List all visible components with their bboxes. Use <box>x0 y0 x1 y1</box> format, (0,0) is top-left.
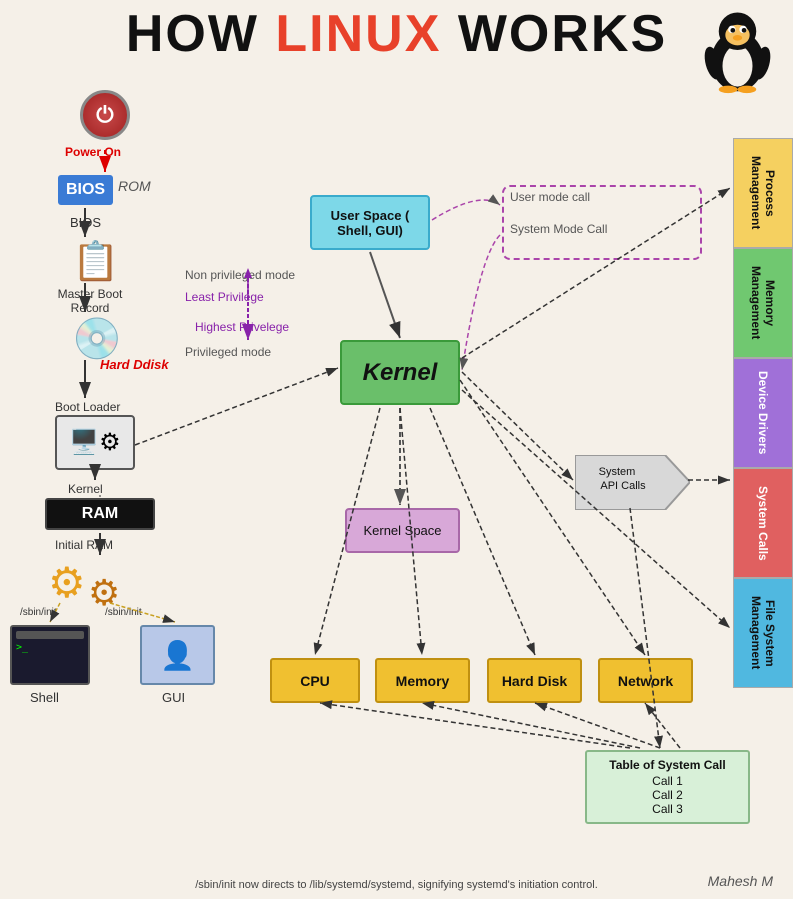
gui-label: GUI <box>162 690 185 705</box>
shell-label: Shell <box>30 690 59 705</box>
terminal-content: >_ <box>16 642 84 653</box>
memory-box: Memory <box>375 658 470 703</box>
sbin-init-right-label: /sbin/init <box>105 607 142 618</box>
sidebar-filesystem-management: File System Management <box>733 578 793 688</box>
tux-penguin <box>700 5 775 95</box>
footer-note: /sbin/init now directs to /lib/systemd/s… <box>10 879 783 891</box>
kernel-left-label: Kernel <box>68 482 103 496</box>
privileged-mode-label: Privileged mode <box>185 345 271 359</box>
cpu-label: CPU <box>300 673 330 689</box>
right-sidebar: Process Management Memory Management Dev… <box>733 138 793 688</box>
title-linux: LINUX <box>275 5 441 63</box>
api-calls-shape: System API Calls <box>575 455 690 510</box>
system-calls-label: System Calls <box>756 486 770 561</box>
bootloader-label: Boot Loader <box>55 400 120 414</box>
bootloader-icon: 🖥️⚙ <box>55 415 135 470</box>
gui-box: 👤 <box>140 625 215 685</box>
user-mode-call-label: User mode call <box>510 190 590 204</box>
kernel-space-label: Kernel Space <box>363 523 441 538</box>
sbin-init-left-label: /sbin/init <box>20 607 57 618</box>
shell-terminal: >_ <box>10 625 90 685</box>
harddisk-label: Hard Disk <box>502 673 567 689</box>
hdd-icon: 💿 <box>72 315 122 362</box>
bios-text-label: BIOS <box>70 215 101 230</box>
mbr-text: Master Boot Record <box>58 287 123 315</box>
non-privileged-label: Non privileged mode <box>185 268 295 282</box>
harddisk-box: Hard Disk <box>487 658 582 703</box>
sidebar-device-drivers: Device Drivers <box>733 358 793 468</box>
page-title: HOW LINUX WORKS <box>0 0 793 60</box>
svg-text:API Calls: API Calls <box>600 480 646 492</box>
system-mode-call-label: System Mode Call <box>510 222 607 236</box>
svg-text:System: System <box>599 466 636 478</box>
highest-privilege-label: Highest Privelege <box>195 320 289 334</box>
memory-label: Memory <box>396 673 450 689</box>
mbr-icon: 📋 <box>72 240 119 284</box>
cpu-box: CPU <box>270 658 360 703</box>
network-label: Network <box>618 673 673 689</box>
user-space-label: User Space ( Shell, GUI) <box>331 208 410 238</box>
memory-mgmt-label: Memory Management <box>749 249 777 357</box>
kernel-space-box: Kernel Space <box>345 508 460 553</box>
syscall-table: Table of System Call Call 1 Call 2 Call … <box>585 750 750 824</box>
sidebar-process-management: Process Management <box>733 138 793 248</box>
hdd-label: Hard Ddisk <box>100 357 169 372</box>
bios-label: BIOS <box>66 181 105 199</box>
filesystem-mgmt-label: File System Management <box>749 579 777 687</box>
footer-note-text: /sbin/init now directs to /lib/systemd/s… <box>195 879 598 891</box>
syscall-call3: Call 3 <box>593 802 742 816</box>
gear-left-icon: ⚙ <box>48 558 86 607</box>
process-mgmt-label: Process Management <box>749 139 777 247</box>
syscall-call1: Call 1 <box>593 774 742 788</box>
title-prefix: HOW <box>126 5 276 63</box>
title-suffix: WORKS <box>441 5 667 63</box>
ram-label: RAM <box>82 505 118 523</box>
sidebar-memory-management: Memory Management <box>733 248 793 358</box>
network-box: Network <box>598 658 693 703</box>
syscall-call2: Call 2 <box>593 788 742 802</box>
power-icon: ⏻ <box>80 90 130 140</box>
author-signature: Mahesh M <box>708 873 773 889</box>
power-symbol: ⏻ <box>96 102 113 128</box>
user-space-box: User Space ( Shell, GUI) <box>310 195 430 250</box>
bios-box: BIOS <box>58 175 113 205</box>
kernel-box: Kernel <box>340 340 460 405</box>
ram-icon: RAM <box>45 498 155 530</box>
sidebar-system-calls: System Calls <box>733 468 793 578</box>
kernel-center-label: Kernel <box>363 359 438 387</box>
main-container: HOW LINUX WORKS ⏻ <box>0 0 793 899</box>
device-drivers-label: Device Drivers <box>756 371 770 454</box>
syscall-table-title: Table of System Call <box>593 758 742 772</box>
mbr-label: Master Boot Record <box>55 287 125 315</box>
rom-label: ROM <box>118 178 151 194</box>
initram-label: Initial RAM <box>55 538 113 552</box>
least-privilege-label: Least Privilege <box>185 290 264 304</box>
power-on-label: Power On <box>65 145 121 159</box>
terminal-bar <box>16 631 84 639</box>
